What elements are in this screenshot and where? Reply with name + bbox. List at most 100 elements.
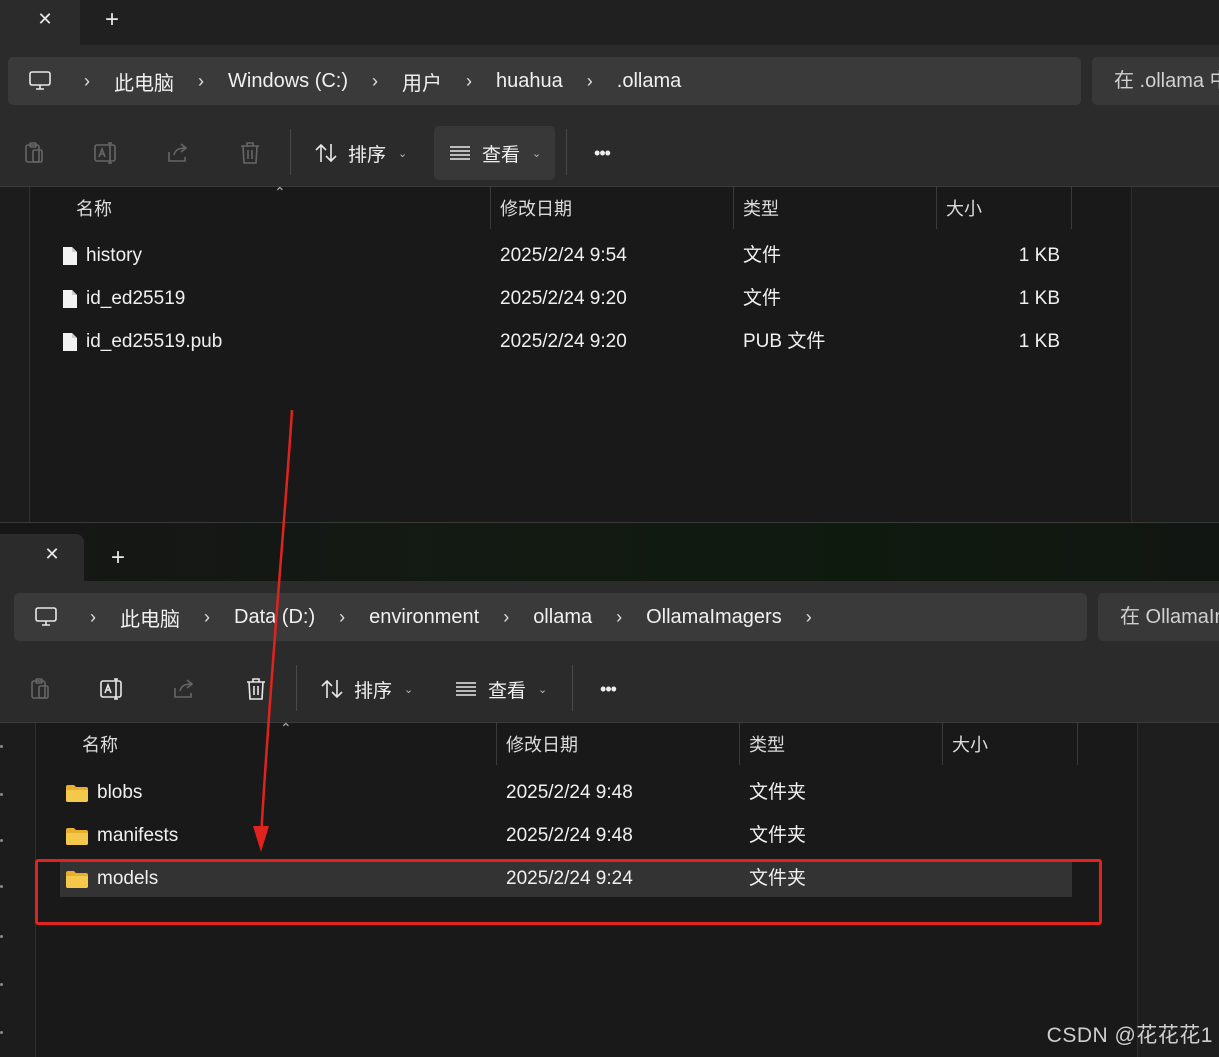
chevron-right-icon[interactable]: › xyxy=(454,71,484,92)
navigation-pane xyxy=(0,187,30,522)
this-pc-icon[interactable] xyxy=(14,593,78,641)
folder-type: 文件夹 xyxy=(749,868,807,889)
view-button[interactable]: 查看 ⌄ xyxy=(440,662,561,716)
toolbar-divider xyxy=(296,665,297,711)
column-divider[interactable] xyxy=(1071,187,1072,229)
folder-modified: 2025/2/24 9:24 xyxy=(506,868,633,889)
file-list-pane: ⌃ 名称 修改日期 类型 大小 history 2025/2/24 9:54 文… xyxy=(0,184,1219,522)
file-modified: 2025/2/24 9:54 xyxy=(500,245,627,266)
breadcrumb-drive[interactable]: Data (D:) xyxy=(222,606,327,629)
sort-button[interactable]: 排序 ⌄ xyxy=(300,126,421,180)
folder-icon xyxy=(66,827,88,845)
toolbar-divider xyxy=(290,129,291,175)
breadcrumb: › 此电脑 › Windows (C:) › 用户 › huahua › .ol… xyxy=(8,57,693,105)
share-icon[interactable] xyxy=(164,669,204,709)
chevron-right-icon[interactable]: › xyxy=(72,71,102,92)
more-options-icon[interactable]: ••• xyxy=(588,669,628,709)
file-modified: 2025/2/24 9:20 xyxy=(500,288,627,309)
search-input[interactable]: 在 .ollama 中 xyxy=(1092,57,1219,105)
file-icon xyxy=(63,333,77,351)
chevron-down-icon: ⌄ xyxy=(532,147,542,160)
share-icon[interactable] xyxy=(158,133,198,173)
chevron-right-icon[interactable]: › xyxy=(78,607,108,628)
sort-label: 排序 xyxy=(348,144,387,166)
this-pc-icon[interactable] xyxy=(8,57,72,105)
command-bar: 排序 ⌄ 查看 ⌄ ••• xyxy=(0,653,1219,723)
chevron-right-icon[interactable]: › xyxy=(360,71,390,92)
column-header-type[interactable]: 类型 xyxy=(739,723,942,765)
chevron-right-icon[interactable]: › xyxy=(327,607,357,628)
chevron-right-icon[interactable]: › xyxy=(192,607,222,628)
folder-row-selected[interactable]: models 2025/2/24 9:24 文件夹 xyxy=(60,861,1072,897)
column-header-size[interactable]: 大小 xyxy=(936,187,1071,229)
chevron-right-icon[interactable]: › xyxy=(491,607,521,628)
breadcrumb-drive[interactable]: Windows (C:) xyxy=(216,70,360,93)
folder-name-cell: models xyxy=(65,861,158,897)
rename-icon[interactable] xyxy=(92,669,132,709)
file-type: 文件 xyxy=(743,288,782,309)
breadcrumb-ollama[interactable]: ollama xyxy=(521,606,604,629)
folder-modified: 2025/2/24 9:48 xyxy=(506,782,633,803)
file-row[interactable]: id_ed25519 2025/2/24 9:20 文件 1 KB xyxy=(58,281,1072,317)
tab-active[interactable]: ✕ xyxy=(0,0,80,45)
column-header-modified[interactable]: 修改日期 xyxy=(490,187,733,229)
sort-button[interactable]: 排序 ⌄ xyxy=(306,662,427,716)
column-divider[interactable] xyxy=(1077,723,1078,765)
breadcrumb-this-pc[interactable]: 此电脑 xyxy=(108,603,192,632)
file-list-pane: ⌃ 名称 修改日期 类型 大小 blobs 2025/2/24 9:48 文件夹… xyxy=(0,720,1219,1057)
file-modified: 2025/2/24 9:20 xyxy=(500,331,627,352)
breadcrumb-current[interactable]: OllamaImagers xyxy=(634,606,794,629)
new-tab-button[interactable]: + xyxy=(97,5,127,35)
file-name: id_ed25519.pub xyxy=(86,331,223,352)
column-header-name[interactable]: 名称 xyxy=(66,187,490,229)
file-row[interactable]: history 2025/2/24 9:54 文件 1 KB xyxy=(58,238,1072,274)
folder-row[interactable]: blobs 2025/2/24 9:48 文件夹 xyxy=(60,775,1072,811)
address-row: › 此电脑 › Windows (C:) › 用户 › huahua › .ol… xyxy=(0,45,1219,117)
tab-active[interactable]: ✕ xyxy=(0,534,84,581)
column-header-name[interactable]: 名称 xyxy=(72,723,496,765)
breadcrumb: › 此电脑 › Data (D:) › environment › ollama… xyxy=(14,593,824,641)
paste-icon[interactable] xyxy=(20,669,60,709)
sort-label: 排序 xyxy=(354,680,393,702)
column-header-type[interactable]: 类型 xyxy=(733,187,936,229)
explorer-window-top: ✕ + › 此电脑 › Windows (C:) › 用户 › huahua ›… xyxy=(0,0,1219,522)
address-bar[interactable]: › 此电脑 › Windows (C:) › 用户 › huahua › .ol… xyxy=(8,57,1081,105)
column-header-modified[interactable]: 修改日期 xyxy=(496,723,739,765)
address-row: › 此电脑 › Data (D:) › environment › ollama… xyxy=(0,581,1219,653)
new-tab-button[interactable]: + xyxy=(103,543,133,573)
folder-name: blobs xyxy=(97,782,143,803)
chevron-right-icon[interactable]: › xyxy=(604,607,634,628)
paste-icon[interactable] xyxy=(14,133,54,173)
close-tab-button[interactable]: ✕ xyxy=(31,5,59,33)
chevron-right-icon[interactable]: › xyxy=(794,607,824,628)
command-bar: 排序 ⌄ 查看 ⌄ ••• xyxy=(0,117,1219,187)
breadcrumb-current[interactable]: .ollama xyxy=(605,70,693,93)
close-tab-button[interactable]: ✕ xyxy=(38,540,66,568)
folder-row[interactable]: manifests 2025/2/24 9:48 文件夹 xyxy=(60,818,1072,854)
toolbar-divider xyxy=(572,665,573,711)
address-bar[interactable]: › 此电脑 › Data (D:) › environment › ollama… xyxy=(14,593,1087,641)
view-button[interactable]: 查看 ⌄ xyxy=(434,126,556,180)
sort-icon xyxy=(315,143,337,163)
delete-icon[interactable] xyxy=(230,133,270,173)
file-type: PUB 文件 xyxy=(743,331,826,352)
file-icon xyxy=(63,290,77,308)
breadcrumb-environment[interactable]: environment xyxy=(357,606,491,629)
view-label: 查看 xyxy=(488,680,527,702)
breadcrumb-user[interactable]: huahua xyxy=(484,70,575,93)
file-name-cell: history xyxy=(62,238,142,274)
view-list-icon xyxy=(450,146,470,160)
delete-icon[interactable] xyxy=(236,669,276,709)
chevron-right-icon[interactable]: › xyxy=(575,71,605,92)
more-options-icon[interactable]: ••• xyxy=(582,133,622,173)
column-header-size[interactable]: 大小 xyxy=(942,723,1077,765)
sort-icon xyxy=(321,679,343,699)
search-input[interactable]: 在 OllamaImagers 中 xyxy=(1098,593,1219,641)
breadcrumb-users[interactable]: 用户 xyxy=(390,67,454,96)
file-row[interactable]: id_ed25519.pub 2025/2/24 9:20 PUB 文件 1 K… xyxy=(58,324,1072,360)
folder-name: models xyxy=(97,868,159,889)
file-name-cell: id_ed25519 xyxy=(62,281,185,317)
chevron-right-icon[interactable]: › xyxy=(186,71,216,92)
rename-icon[interactable] xyxy=(86,133,126,173)
breadcrumb-this-pc[interactable]: 此电脑 xyxy=(102,67,186,96)
